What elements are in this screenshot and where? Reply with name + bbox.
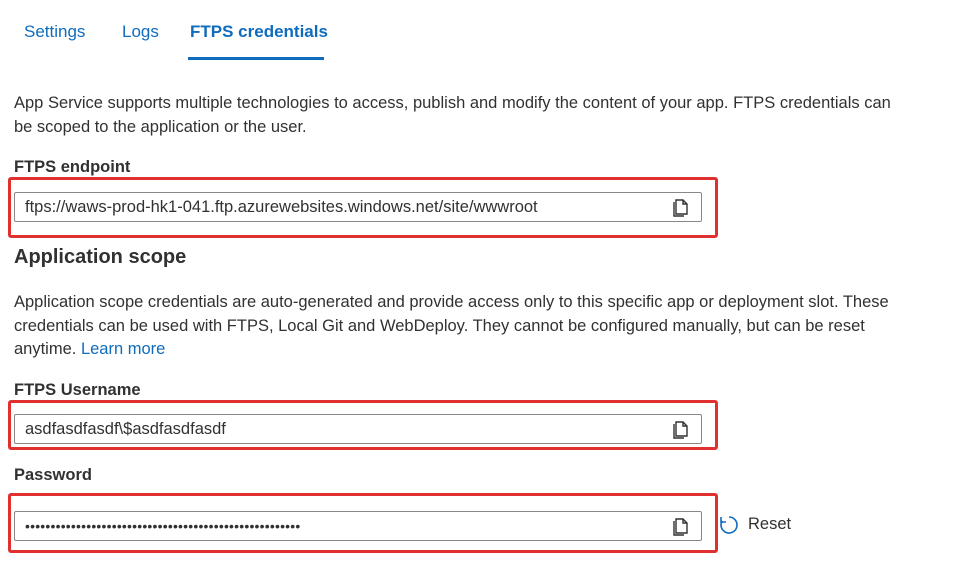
password-label: Password [14, 466, 92, 484]
ftps-endpoint-field[interactable]: ftps://waws-prod-hk1-041.ftp.azurewebsit… [14, 192, 702, 222]
ftps-endpoint-label: FTPS endpoint [14, 158, 131, 176]
app-scope-line-3: anytime. Learn more [14, 338, 165, 362]
app-scope-line-1: Application scope credentials are auto-g… [14, 293, 889, 311]
tab-logs[interactable]: Logs [122, 22, 159, 42]
copy-endpoint-button[interactable] [671, 197, 693, 217]
copy-username-button[interactable] [671, 419, 693, 439]
copy-icon [673, 199, 688, 217]
copy-password-button[interactable] [671, 516, 693, 536]
intro-line-1: App Service supports multiple technologi… [14, 94, 891, 112]
ftps-username-value: asdfasdfasdf\$asdfasdfasdf [25, 420, 226, 438]
copy-icon [673, 518, 688, 536]
password-value: ••••••••••••••••••••••••••••••••••••••••… [25, 518, 301, 534]
app-scope-line-3-text: anytime. [14, 340, 77, 358]
active-tab-indicator [188, 57, 324, 60]
refresh-icon [720, 516, 738, 534]
ftps-credentials-page: Settings Logs FTPS credentials App Servi… [0, 0, 976, 562]
ftps-username-field[interactable]: asdfasdfasdf\$asdfasdfasdf [14, 414, 702, 444]
app-scope-line-2: credentials can be used with FTPS, Local… [14, 317, 865, 335]
tab-ftps-credentials[interactable]: FTPS credentials [190, 22, 328, 42]
reset-label: Reset [748, 515, 792, 533]
ftps-endpoint-value: ftps://waws-prod-hk1-041.ftp.azurewebsit… [25, 198, 538, 216]
intro-line-2: be scoped to the application or the user… [14, 118, 307, 136]
learn-more-link[interactable]: Learn more [81, 340, 165, 358]
copy-icon [673, 421, 688, 439]
application-scope-heading: Application scope [14, 246, 187, 268]
ftps-username-label: FTPS Username [14, 381, 141, 399]
tab-settings[interactable]: Settings [24, 22, 85, 42]
password-field[interactable]: ••••••••••••••••••••••••••••••••••••••••… [14, 511, 702, 541]
